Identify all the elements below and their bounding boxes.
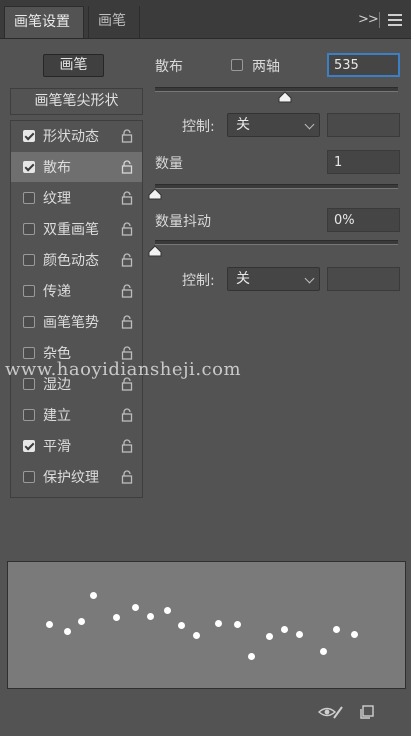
preview-dot <box>63 627 71 635</box>
scatter-control-value: 关 <box>236 117 250 133</box>
divider <box>379 12 380 28</box>
scatter-control-amount <box>327 113 400 137</box>
scatter-slider-thumb[interactable] <box>278 91 292 103</box>
scatter-value-input[interactable]: 535 <box>327 53 400 77</box>
checkbox-dual-brush[interactable] <box>23 223 35 235</box>
count-jitter-slider-track[interactable] <box>155 240 398 245</box>
option-label: 保护纹理 <box>43 470 99 486</box>
lock-icon[interactable] <box>121 284 133 298</box>
preview-dot <box>192 631 200 639</box>
preview-dot <box>214 619 222 627</box>
option-label: 颜色动态 <box>43 253 99 269</box>
preview-dot <box>265 632 273 640</box>
count-slider-track[interactable] <box>155 184 398 189</box>
lock-icon[interactable] <box>121 129 133 143</box>
count-jitter-label: 数量抖动 <box>155 214 211 230</box>
option-build-up[interactable]: 建立 <box>11 400 142 430</box>
option-shape-dynamics[interactable]: 形状动态 <box>11 121 142 151</box>
preview-dot <box>247 652 255 660</box>
scatter-label: 散布 <box>155 59 183 75</box>
lock-icon[interactable] <box>121 470 133 484</box>
checkbox-noise[interactable] <box>23 347 35 359</box>
lock-icon[interactable] <box>121 253 133 267</box>
lock-icon[interactable] <box>121 160 133 174</box>
option-label: 建立 <box>43 408 71 424</box>
option-brush-pose[interactable]: 画笔笔势 <box>11 307 142 337</box>
option-label: 双重画笔 <box>43 222 99 238</box>
option-label: 形状动态 <box>43 129 99 145</box>
lock-icon[interactable] <box>121 315 133 329</box>
preview-dot <box>233 620 241 628</box>
new-preset-icon[interactable] <box>359 704 375 720</box>
brushes-button[interactable]: 画笔 <box>43 54 104 77</box>
jitter-control-value: 关 <box>236 271 250 287</box>
option-label: 传递 <box>43 284 71 300</box>
option-protect-texture[interactable]: 保护纹理 <box>11 462 142 492</box>
count-value-input[interactable]: 1 <box>327 150 400 174</box>
checkbox-texture[interactable] <box>23 192 35 204</box>
both-axes-label: 两轴 <box>252 59 280 75</box>
option-label: 平滑 <box>43 439 71 455</box>
jitter-control-select[interactable]: 关 <box>227 267 320 291</box>
preview-dot <box>89 591 97 599</box>
count-jitter-slider-thumb[interactable] <box>148 245 162 257</box>
both-axes-checkbox[interactable] <box>231 59 243 71</box>
lock-icon[interactable] <box>121 222 133 236</box>
preview-dot <box>350 630 358 638</box>
option-label: 散布 <box>43 160 71 176</box>
preview-dot <box>319 647 327 655</box>
option-dual-brush[interactable]: 双重画笔 <box>11 214 142 244</box>
brush-options-list: 形状动态 散布 纹理 双重画笔 颜色动态 传递 画笔笔势 杂色 湿边 建立 平滑… <box>10 120 143 498</box>
preview-dot <box>280 625 288 633</box>
option-transfer[interactable]: 传递 <box>11 276 142 306</box>
hamburger-menu-icon[interactable] <box>388 14 402 26</box>
watermark-text: www.haoyidiansheji.com <box>5 359 242 380</box>
eye-brush-icon[interactable] <box>318 704 344 720</box>
lock-icon[interactable] <box>121 346 133 360</box>
panel-footer <box>0 696 411 736</box>
option-texture[interactable]: 纹理 <box>11 183 142 213</box>
tab-brushes[interactable]: 画笔 <box>88 6 140 38</box>
scatter-control-label: 控制: <box>182 119 215 135</box>
checkbox-protect-texture[interactable] <box>23 471 35 483</box>
preview-dot <box>45 620 53 628</box>
collapse-panel-button[interactable]: >> <box>358 12 379 27</box>
checkbox-shape-dynamics[interactable] <box>23 130 35 142</box>
preview-dot <box>146 612 154 620</box>
checkbox-brush-pose[interactable] <box>23 316 35 328</box>
option-smoothing[interactable]: 平滑 <box>11 431 142 461</box>
brush-tip-shape-item[interactable]: 画笔笔尖形状 <box>10 88 143 115</box>
preview-dot <box>131 603 139 611</box>
checkbox-scattering[interactable] <box>23 161 35 173</box>
jitter-control-label: 控制: <box>182 273 215 289</box>
lock-icon[interactable] <box>121 408 133 422</box>
preview-dot <box>112 613 120 621</box>
preview-dot <box>177 621 185 629</box>
checkbox-transfer[interactable] <box>23 285 35 297</box>
chevron-down-icon <box>304 273 315 284</box>
tab-brush-settings[interactable]: 画笔设置 <box>4 6 84 38</box>
lock-icon[interactable] <box>121 191 133 205</box>
preview-dot <box>295 630 303 638</box>
preview-dot <box>163 606 171 614</box>
option-label: 画笔笔势 <box>43 315 99 331</box>
option-color-dynamics[interactable]: 颜色动态 <box>11 245 142 275</box>
count-slider-thumb[interactable] <box>148 188 162 200</box>
count-label: 数量 <box>155 156 183 172</box>
checkbox-color-dynamics[interactable] <box>23 254 35 266</box>
panel-tab-bar: 画笔设置 画笔 >> <box>0 0 411 39</box>
option-scattering[interactable]: 散布 <box>11 152 142 182</box>
scatter-slider-track[interactable] <box>155 87 398 92</box>
option-label: 纹理 <box>43 191 71 207</box>
checkbox-build-up[interactable] <box>23 409 35 421</box>
count-jitter-value-input[interactable]: 0% <box>327 208 400 232</box>
scatter-control-select[interactable]: 关 <box>227 113 320 137</box>
preview-dot <box>77 617 85 625</box>
brush-stroke-preview <box>7 561 406 689</box>
chevron-down-icon <box>304 119 315 130</box>
lock-icon[interactable] <box>121 439 133 453</box>
checkbox-smoothing[interactable] <box>23 440 35 452</box>
jitter-control-amount <box>327 267 400 291</box>
preview-dot <box>332 625 340 633</box>
